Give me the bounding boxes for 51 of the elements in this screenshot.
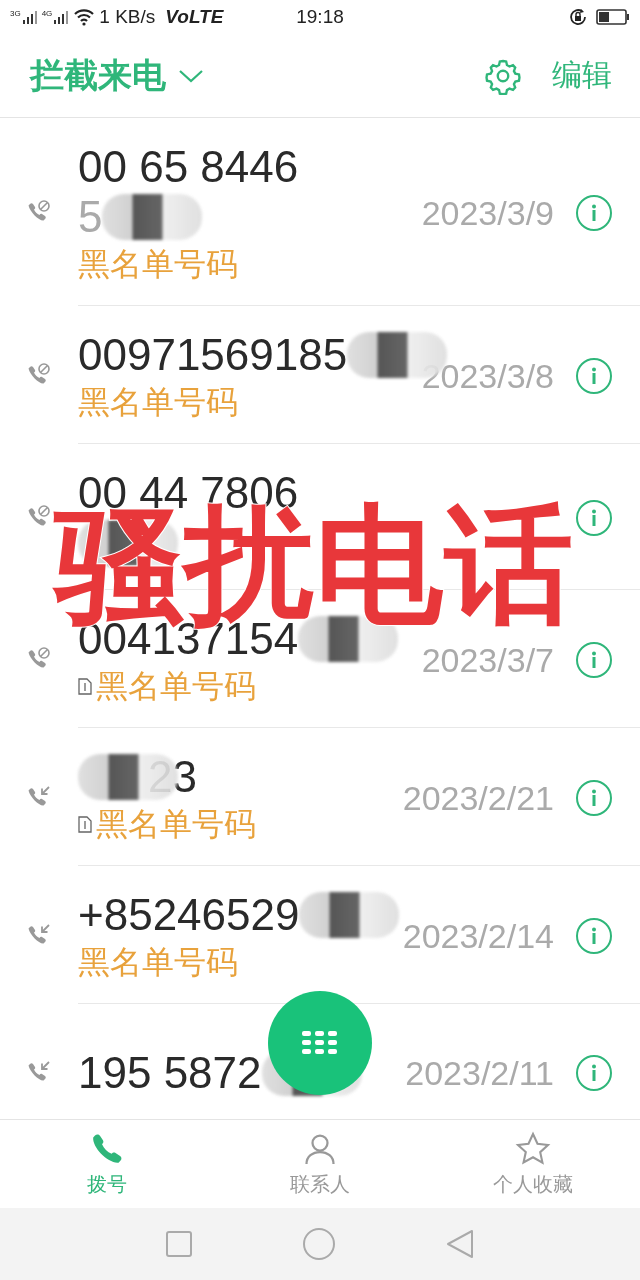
phone-number: 00971569185 — [78, 330, 348, 380]
info-icon — [590, 509, 598, 527]
blacklist-label: 黑名单号码 — [78, 943, 238, 982]
tab[interactable]: 联系人 — [213, 1120, 427, 1208]
info-button[interactable] — [576, 780, 612, 816]
signal-icon — [21, 9, 38, 25]
info-icon — [590, 204, 598, 222]
filter-dropdown[interactable]: 拦截来电 — [30, 52, 484, 99]
signal-icon — [53, 9, 70, 25]
call-date: 2023/2/14 — [402, 916, 554, 956]
network-speed: 1 KB/s — [99, 6, 156, 28]
blacklist-label: 黑名单号码 — [96, 805, 256, 844]
info-icon — [590, 367, 598, 385]
info-button[interactable] — [576, 195, 612, 231]
call-date: 2023/3/8 — [421, 356, 554, 396]
dialpad-icon — [300, 1029, 340, 1057]
call-date: 2023/2/21 — [402, 778, 554, 818]
wifi-icon — [73, 8, 96, 26]
network-type: 4G — [41, 9, 53, 18]
phone-number: 5 — [78, 192, 103, 242]
info-button[interactable] — [576, 642, 612, 678]
blacklist-label: 黑名单号码 — [78, 245, 238, 284]
info-icon — [590, 789, 598, 807]
blacklist-label: 黑名单号码 — [78, 383, 238, 422]
info-button[interactable] — [576, 1055, 612, 1091]
phone-number: 00 65 8446 — [78, 142, 299, 192]
battery-icon — [596, 8, 630, 26]
clock: 19:18 — [295, 6, 345, 28]
rotation-lock-icon — [568, 7, 588, 27]
tab[interactable]: 个人收藏 — [426, 1120, 640, 1208]
info-button[interactable] — [576, 500, 612, 536]
call-date: 2023/3/7 — [421, 640, 554, 680]
info-icon — [590, 927, 598, 945]
info-icon — [590, 651, 598, 669]
star-icon — [515, 1130, 552, 1167]
info-button[interactable] — [576, 358, 612, 394]
blacklist-label: 黑名单号码 — [96, 667, 256, 706]
network-type: 3G — [10, 9, 21, 18]
volte-label: VoLTE — [165, 6, 224, 28]
tab[interactable]: 拨号 — [0, 1120, 214, 1208]
info-button[interactable] — [576, 918, 612, 954]
call-date: 2023/2/11 — [405, 1053, 554, 1093]
home-button[interactable] — [302, 1227, 336, 1261]
call-date: 2023/3/9 — [421, 193, 554, 233]
phone-number: +85246529 — [78, 890, 300, 940]
recents-button[interactable] — [164, 1230, 193, 1258]
edit-button[interactable]: 编辑 — [552, 55, 612, 96]
phone-number: 195 5872 — [78, 1048, 262, 1098]
back-button[interactable] — [445, 1228, 476, 1260]
info-icon — [590, 1064, 598, 1082]
chevron-icon — [178, 67, 204, 84]
